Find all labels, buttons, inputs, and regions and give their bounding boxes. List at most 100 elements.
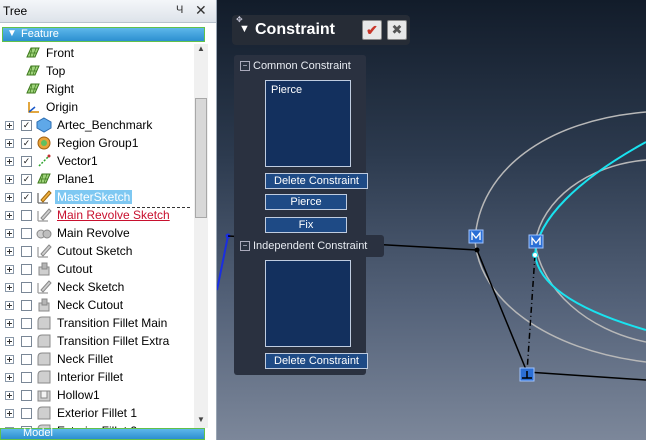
plane-icon — [36, 171, 52, 187]
common-constraint-header[interactable]: − Common Constraint — [234, 55, 366, 77]
close-icon[interactable]: ✕ — [195, 2, 207, 19]
visibility-checkbox[interactable] — [21, 246, 32, 257]
tree-item[interactable]: Neck Fillet — [0, 350, 194, 368]
feature-tree-panel: Tree Ч ✕ ▼ Feature Front Top Right Origin ✓ A… — [0, 0, 217, 440]
model-section-header[interactable]: Model — [0, 427, 205, 440]
scroll-thumb[interactable] — [195, 98, 207, 218]
expand-icon[interactable] — [5, 409, 14, 418]
delete-constraint-button[interactable]: Delete Constraint — [265, 353, 368, 369]
tree-item[interactable]: Neck Cutout — [0, 296, 194, 314]
fix-constraint-icon[interactable] — [519, 367, 535, 382]
common-constraint-list[interactable]: Pierce — [265, 80, 351, 167]
tree-item[interactable]: Front — [5, 44, 199, 62]
expand-icon[interactable] — [5, 337, 14, 346]
visibility-checkbox[interactable] — [21, 300, 32, 311]
inner-outline-curve-lower — [534, 242, 646, 343]
plane-icon — [25, 63, 41, 79]
independent-constraint-title: Independent Constraint — [253, 240, 368, 252]
expand-icon[interactable] — [5, 355, 14, 364]
tree-item[interactable]: Main Revolve Sketch — [0, 206, 194, 224]
visibility-checkbox[interactable] — [21, 336, 32, 347]
visibility-checkbox[interactable] — [21, 228, 32, 239]
collapse-toggle-icon[interactable]: − — [240, 241, 250, 251]
expand-icon[interactable] — [5, 157, 14, 166]
expand-icon[interactable] — [5, 265, 14, 274]
pin-icon[interactable]: Ч — [176, 4, 183, 16]
list-item[interactable]: Pierce — [271, 84, 302, 96]
tree-item-label: Exterior Fillet 1 — [57, 406, 138, 420]
scroll-down-icon[interactable]: ▼ — [194, 415, 208, 428]
expand-icon[interactable] — [5, 229, 14, 238]
independent-constraint-list[interactable] — [265, 260, 351, 347]
tree-scrollbar[interactable]: ▲ ▼ — [194, 44, 208, 428]
scroll-up-icon[interactable]: ▲ — [194, 44, 208, 57]
tree-item[interactable]: Cutout — [0, 260, 194, 278]
tree-item[interactable]: Transition Fillet Main — [0, 314, 194, 332]
tree-item[interactable]: Exterior Fillet 1 — [0, 404, 194, 422]
visibility-checkbox[interactable] — [21, 372, 32, 383]
tree-item-label: Top — [46, 64, 66, 78]
fix-button[interactable]: Fix — [265, 217, 347, 233]
expand-icon[interactable] — [5, 175, 14, 184]
visibility-checkbox[interactable]: ✓ — [21, 174, 32, 185]
visibility-checkbox[interactable]: ✓ — [21, 120, 32, 131]
outer-outline-curve — [474, 111, 646, 241]
tree-item[interactable]: Main Revolve — [0, 224, 194, 242]
visibility-checkbox[interactable]: ✓ — [21, 156, 32, 167]
tree-item[interactable]: ✓ Region Group1 — [0, 134, 194, 152]
pierce-constraint-icon[interactable] — [528, 234, 544, 249]
cyan-revolve-curve — [534, 141, 646, 256]
collapse-toggle-icon[interactable]: − — [240, 61, 250, 71]
tree-item[interactable]: Cutout Sketch — [0, 242, 194, 260]
tree-item[interactable]: Origin — [5, 98, 199, 116]
constraint-panel-title: Constraint — [255, 21, 335, 38]
tree-item[interactable]: Hollow1 — [0, 386, 194, 404]
collapse-arrow-icon[interactable]: ▼ — [239, 23, 250, 35]
tree-item[interactable]: Neck Sketch — [0, 278, 194, 296]
visibility-checkbox[interactable] — [21, 318, 32, 329]
expand-icon[interactable] — [5, 319, 14, 328]
ok-button[interactable]: ✔ — [362, 20, 382, 40]
expand-icon[interactable] — [5, 391, 14, 400]
feature-section-header[interactable]: ▼ Feature — [2, 27, 205, 42]
visibility-checkbox[interactable] — [21, 210, 32, 221]
tree-item-label: Main Revolve Sketch — [57, 208, 170, 222]
tree-item[interactable]: Right — [5, 80, 199, 98]
pierce-constraint-icon[interactable] — [468, 229, 484, 244]
tree-item[interactable]: Transition Fillet Extra — [0, 332, 194, 350]
tree-item[interactable]: Top — [5, 62, 199, 80]
tree-item[interactable]: ✓ Artec_Benchmark — [0, 116, 194, 134]
expand-icon[interactable] — [5, 301, 14, 310]
delete-constraint-button[interactable]: Delete Constraint — [265, 173, 368, 189]
tree-item-label: Neck Cutout — [57, 298, 124, 312]
visibility-checkbox[interactable] — [21, 390, 32, 401]
constraint-panel-header[interactable]: ✥ ▼ Constraint ✔ ✖ — [232, 15, 410, 45]
sketch-icon — [36, 189, 52, 205]
tree-item-label: Interior Fillet — [57, 370, 124, 384]
expand-icon[interactable] — [5, 247, 14, 256]
visibility-checkbox[interactable]: ✓ — [21, 192, 32, 203]
tree-item[interactable]: Interior Fillet — [0, 368, 194, 386]
visibility-checkbox[interactable] — [21, 282, 32, 293]
cancel-button[interactable]: ✖ — [387, 20, 407, 40]
expand-icon[interactable] — [5, 211, 14, 220]
visibility-checkbox[interactable] — [21, 354, 32, 365]
expand-icon[interactable] — [5, 193, 14, 202]
expand-icon[interactable] — [5, 283, 14, 292]
tree-item-label: Cutout Sketch — [57, 244, 133, 258]
independent-constraint-header[interactable]: − Independent Constraint — [234, 235, 384, 257]
expand-icon[interactable] — [5, 121, 14, 130]
pierce-button[interactable]: Pierce — [265, 194, 347, 210]
expand-icon[interactable] — [5, 139, 14, 148]
region-icon — [36, 135, 52, 151]
tree-item[interactable]: ✓ MasterSketch — [0, 188, 194, 206]
tree-item[interactable]: ✓ Plane1 — [0, 170, 194, 188]
visibility-checkbox[interactable] — [21, 408, 32, 419]
visibility-checkbox[interactable]: ✓ — [21, 138, 32, 149]
visibility-checkbox[interactable] — [21, 264, 32, 275]
expand-icon[interactable] — [5, 373, 14, 382]
tree-item[interactable]: ✓ Vector1 — [0, 152, 194, 170]
vector-icon — [36, 153, 52, 169]
profile-line-dashdot — [526, 254, 536, 373]
tree-title: Tree — [3, 4, 28, 18]
